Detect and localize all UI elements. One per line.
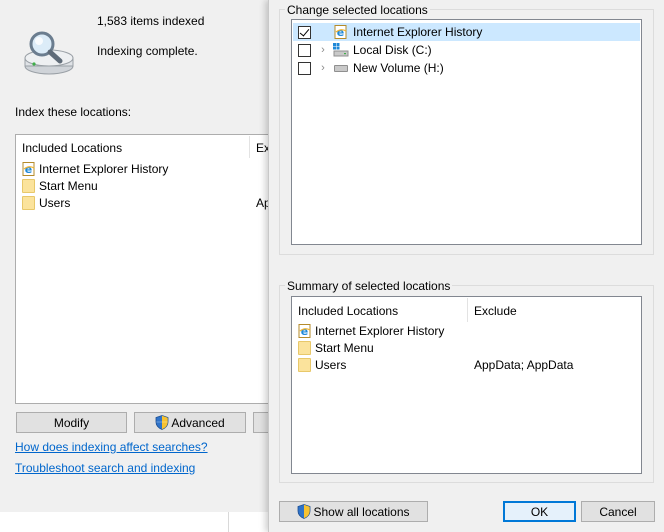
indexing-status: Indexing complete. xyxy=(97,44,198,58)
list-item[interactable]: e Internet Explorer History xyxy=(298,322,444,339)
column-separator xyxy=(249,136,250,158)
advanced-button[interactable]: Advanced xyxy=(134,412,246,433)
list-item[interactable]: Users xyxy=(298,356,346,373)
windows-drive-icon xyxy=(333,43,349,57)
folder-icon xyxy=(298,340,312,355)
list-item-label: Start Menu xyxy=(315,340,374,355)
list-item-label: Internet Explorer History xyxy=(315,323,445,338)
show-all-locations-button[interactable]: Show all locations xyxy=(279,501,428,522)
checkbox[interactable] xyxy=(298,43,311,57)
indexing-search-icon xyxy=(22,28,76,78)
indexed-locations-dialog: Change selected locations e Internet Exp… xyxy=(268,0,664,532)
list-item[interactable]: Start Menu xyxy=(298,339,374,356)
list-item-label: Start Menu xyxy=(39,178,98,193)
ie-icon: e xyxy=(22,161,36,176)
cancel-button-label: Cancel xyxy=(599,504,637,519)
folder-icon xyxy=(22,195,36,210)
cancel-button[interactable]: Cancel xyxy=(581,501,655,522)
show-all-locations-label: Show all locations xyxy=(313,504,410,519)
ie-icon: e xyxy=(333,25,349,39)
tree-item-label: New Volume (H:) xyxy=(353,61,444,75)
items-indexed-count: 1,583 items indexed xyxy=(97,14,205,28)
tree-item-new-volume[interactable]: › New Volume (H:) xyxy=(293,59,640,77)
index-locations-list[interactable]: Included Locations Ex e Internet Explore… xyxy=(15,134,277,404)
svg-text:e: e xyxy=(301,325,308,338)
locations-tree[interactable]: e Internet Explorer History › Local Disk… xyxy=(291,19,642,245)
list-item-label: Users xyxy=(39,195,71,210)
list-item[interactable]: e Internet Explorer History xyxy=(22,160,168,177)
list-item[interactable]: Start Menu xyxy=(22,177,98,194)
svg-text:e: e xyxy=(337,26,344,39)
exclude-header[interactable]: Exclude xyxy=(474,304,517,318)
list-item-exclude: AppData; AppData xyxy=(474,357,574,372)
checkbox[interactable] xyxy=(298,25,311,39)
chevron-right-icon[interactable]: › xyxy=(317,44,329,56)
list-item[interactable]: Users xyxy=(22,194,70,211)
included-locations-header[interactable]: Included Locations xyxy=(22,141,122,155)
folder-icon xyxy=(298,357,312,372)
drive-icon xyxy=(333,61,349,75)
column-separator xyxy=(467,298,468,322)
chevron-right-icon[interactable]: › xyxy=(317,62,329,74)
modify-button[interactable]: Modify xyxy=(16,412,127,433)
troubleshoot-link[interactable]: Troubleshoot search and indexing xyxy=(15,461,195,475)
ok-button[interactable]: OK xyxy=(503,501,576,522)
tree-item-local-disk[interactable]: › Local Disk (C:) xyxy=(293,41,640,59)
checkbox[interactable] xyxy=(298,61,311,75)
summary-label: Summary of selected locations xyxy=(285,279,453,293)
indexing-help-link[interactable]: How does indexing affect searches? xyxy=(15,440,208,454)
advanced-button-label: Advanced xyxy=(171,415,225,430)
modify-button-label: Modify xyxy=(53,415,90,430)
index-locations-label: Index these locations: xyxy=(15,105,132,119)
list-item-label: Internet Explorer History xyxy=(39,161,169,176)
change-locations-label: Change selected locations xyxy=(285,3,430,17)
tree-item-label: Internet Explorer History xyxy=(353,25,483,39)
shield-icon xyxy=(155,415,169,430)
divider xyxy=(228,512,229,532)
included-locations-header[interactable]: Included Locations xyxy=(298,304,398,318)
ok-button-label: OK xyxy=(530,504,549,519)
svg-text:e: e xyxy=(25,163,32,176)
shield-icon xyxy=(297,504,311,519)
tree-item-label: Local Disk (C:) xyxy=(353,43,432,57)
list-item-label: Users xyxy=(315,357,347,372)
tree-item-internet-explorer-history[interactable]: e Internet Explorer History xyxy=(293,23,640,41)
folder-icon xyxy=(22,178,36,193)
summary-list[interactable]: Included Locations Exclude e Internet Ex… xyxy=(291,296,642,474)
ie-icon: e xyxy=(298,323,312,338)
